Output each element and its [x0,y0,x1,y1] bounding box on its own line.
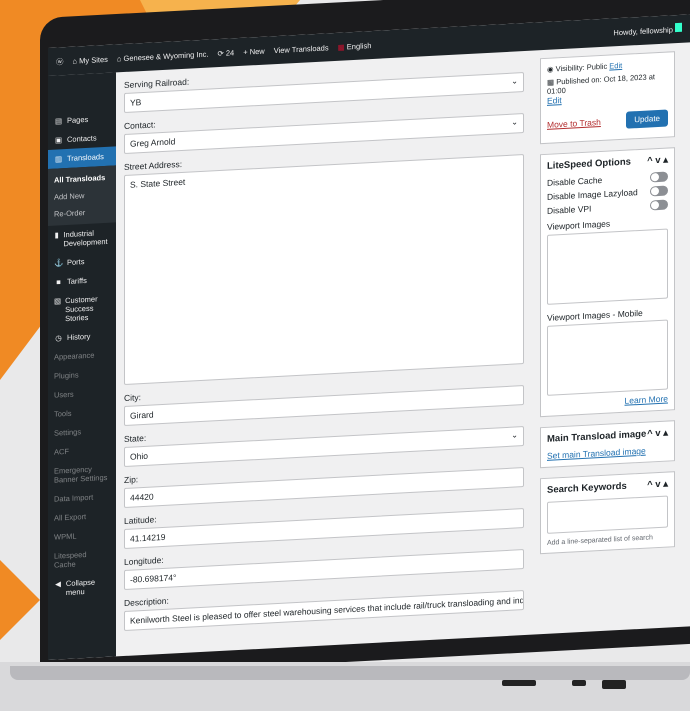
sidebar-item-emergency[interactable]: Emergency Banner Settings [48,458,116,490]
view-link[interactable]: View Transloads [274,43,329,55]
pages-icon: ▤ [54,116,63,126]
update-button[interactable]: Update [626,109,668,129]
search-keywords-hint: Add a line-separated list of search [547,534,653,547]
sidebar-item-litespeed[interactable]: Litespeed Cache [48,543,116,575]
box-controls-icon[interactable]: ^ v ▴ [647,479,668,491]
laptop-hinge [10,666,690,680]
search-keywords-title: Search Keywords [547,480,627,496]
admin-sidebar: ▤ Pages ▣ Contacts ▥ Transloads All Translo… [48,72,116,660]
chart-icon: ▮ [54,230,59,240]
laptop: ⓦ ⌂ My Sites ⌂ Genesee & Wyoming Inc. ⟳ … [0,0,690,711]
wordpress-logo-icon[interactable]: ⓦ [56,56,64,67]
my-sites-link[interactable]: ⌂ My Sites [73,54,108,65]
disable-vpi-toggle[interactable] [650,199,668,211]
submenu-re-order[interactable]: Re-Order [48,202,116,223]
port [502,680,536,686]
transload-fields: Serving Railroad: YB ⌄ Contact: Greg Arno… [124,59,524,639]
site-name-link[interactable]: ⌂ Genesee & Wyoming Inc. [117,49,209,63]
calendar-icon: ▦ [547,77,555,87]
disable-cache-toggle[interactable] [650,171,668,183]
sidebar-item-industrial[interactable]: ▮ Industrial Development [48,222,116,254]
stories-icon: ▧ [54,296,62,306]
tariffs-icon: ■ [56,277,61,287]
street-address-textarea[interactable]: S. State Street [124,154,524,386]
main-image-title: Main Transload image [547,428,647,445]
litespeed-title: LiteSpeed Options [547,156,631,172]
howdy-account[interactable]: Howdy, fellowship [613,22,682,37]
main-image-box: Main Transload image ^ v ▴ Set main Trans… [540,420,675,469]
eye-icon: ◉ [547,64,554,74]
chevron-down-icon: ⌄ [511,76,518,86]
transloads-submenu: All Transloads Add New Re-Order [48,165,116,226]
collapse-menu-button[interactable]: ◀ Collapse menu [48,571,116,603]
language-link[interactable]: ▦ English [338,41,372,52]
disable-lazyload-toggle[interactable] [650,185,668,197]
box-controls-icon[interactable]: ^ v ▴ [647,155,668,167]
collapse-icon: ◀ [55,579,61,589]
move-to-trash-link[interactable]: Move to Trash [547,117,601,130]
learn-more-link[interactable]: Learn More [547,394,668,410]
wp-admin-screen: ⓦ ⌂ My Sites ⌂ Genesee & Wyoming Inc. ⟳ … [48,14,690,661]
search-keywords-box: Search Keywords ^ v ▴ Add a line-separate… [540,471,675,555]
laptop-base [0,662,690,711]
uk-flag-icon: ▦ [337,41,345,52]
viewport-images-textarea[interactable] [547,228,668,305]
updates-link[interactable]: ⟳ 24 [218,48,235,58]
visibility-edit-link[interactable]: Edit [609,61,622,71]
right-sidebar: ◉ Visibility: Public Edit ▦ Published on… [540,51,675,564]
box-controls-icon[interactable]: ^ v ▴ [647,428,668,440]
avatar [675,22,682,33]
set-main-image-link[interactable]: Set main Transload image [547,445,668,461]
chevron-down-icon: ⌄ [511,117,518,127]
viewport-mobile-textarea[interactable] [547,319,668,396]
anchor-icon: ⚓ [54,258,64,268]
new-link[interactable]: + New [243,46,264,56]
history-icon: ◷ [55,333,62,343]
blurred-menu: Appearance Plugins Users Tools Settings … [48,344,116,575]
port [602,680,626,689]
port [572,680,586,686]
search-keywords-textarea[interactable] [547,495,668,534]
publish-box: ◉ Visibility: Public Edit ▦ Published on… [540,51,675,145]
litespeed-box: LiteSpeed Options ^ v ▴ Disable Cache Dis… [540,147,675,418]
contacts-icon: ▣ [54,135,63,145]
sidebar-item-customer[interactable]: ▧ Customer Success Stories [48,288,116,329]
chevron-down-icon: ⌄ [511,430,518,440]
transloads-icon: ▥ [54,154,63,164]
